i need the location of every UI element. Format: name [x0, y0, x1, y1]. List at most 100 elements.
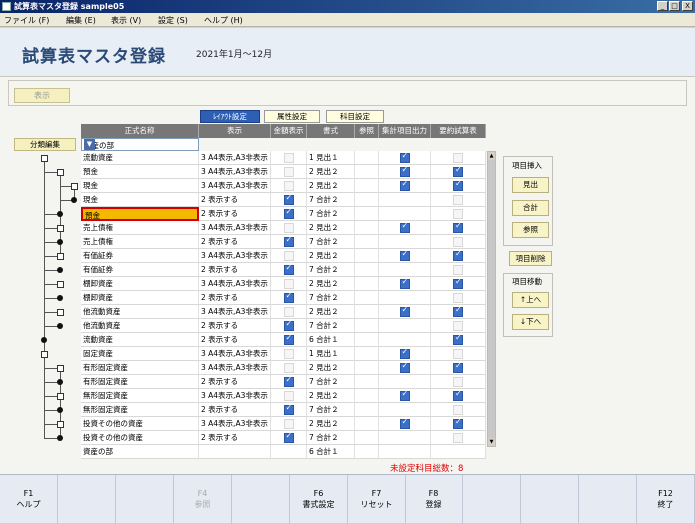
row-name-cell[interactable]: 預金 [81, 207, 199, 221]
table-row[interactable]: 有価証券 3 A4表示,A3非表示 2 見出２ [0, 249, 486, 263]
summary-trial-balance-checkbox[interactable] [453, 321, 463, 331]
row-display-cell[interactable]: 2 表示する [199, 431, 271, 445]
row-name-cell[interactable]: 無形固定資産 [81, 403, 199, 417]
close-button[interactable]: X [682, 1, 693, 11]
tree-node-collapse-icon[interactable] [41, 351, 48, 358]
tree-node-collapse-icon[interactable] [57, 225, 64, 232]
function-key-11[interactable] [579, 475, 637, 524]
tab-accounts[interactable]: 科目設定 [326, 110, 384, 123]
row-name-cell[interactable]: 投資その他の資産 [81, 417, 199, 431]
row-name-cell[interactable]: 現金 [81, 193, 199, 207]
row-name-cell[interactable]: 売上債権 [81, 221, 199, 235]
table-row[interactable]: 有形固定資産 3 A4表示,A3非表示 2 見出２ [0, 361, 486, 375]
row-format-cell[interactable]: 2 見出２ [307, 249, 355, 263]
menu-settings[interactable]: 設定 (S) [158, 15, 188, 26]
row-format-cell[interactable]: 7 合計２ [307, 263, 355, 277]
row-ref-cell[interactable] [355, 319, 379, 333]
row-name-cell[interactable]: 他流動資産 [81, 319, 199, 333]
grid-scrollbar[interactable]: ▲ ▼ [487, 151, 496, 447]
row-display-cell[interactable]: 3 A4表示,A3非表示 [199, 249, 271, 263]
menu-file[interactable]: ファイル (F) [4, 15, 49, 26]
row-ref-cell[interactable] [355, 361, 379, 375]
table-row[interactable]: 投資その他の資産2 表示する 7 合計２ [0, 431, 486, 445]
row-ref-cell[interactable] [355, 235, 379, 249]
amount-display-checkbox[interactable] [283, 235, 294, 247]
summary-trial-balance-checkbox[interactable] [453, 389, 463, 401]
row-display-cell[interactable]: 2 表示する [199, 319, 271, 333]
menu-view[interactable]: 表示 (V) [111, 15, 141, 26]
move-up-button[interactable]: ↑上へ [512, 292, 549, 308]
row-display-cell[interactable]: 3 A4表示,A3非表示 [199, 361, 271, 375]
row-display-cell[interactable]: 2 表示する [199, 207, 271, 221]
minimize-button[interactable]: _ [657, 1, 668, 11]
row-ref-cell[interactable] [355, 193, 379, 207]
tree-node-collapse-icon[interactable] [57, 309, 64, 316]
row-display-cell[interactable]: 3 A4表示,A3非表示 [199, 151, 271, 165]
row-display-cell[interactable]: 3 A4表示,A3非表示 [199, 165, 271, 179]
table-row[interactable]: 固定資産 3 A4表示,A3非表示 1 見出１ [0, 347, 486, 361]
summary-trial-balance-checkbox[interactable] [453, 405, 463, 415]
summary-trial-balance-checkbox[interactable] [453, 249, 463, 261]
amount-display-checkbox[interactable] [283, 279, 294, 289]
amount-display-checkbox[interactable] [283, 333, 294, 345]
row-ref-cell[interactable] [355, 347, 379, 361]
summary-trial-balance-checkbox[interactable] [453, 195, 463, 205]
row-format-cell[interactable]: 2 見出２ [307, 221, 355, 235]
amount-display-checkbox[interactable] [283, 349, 294, 359]
row-name-cell[interactable]: 流動資産 [81, 151, 199, 165]
aggregate-output-checkbox[interactable] [399, 221, 410, 233]
table-row[interactable]: 預金 3 A4表示,A3非表示 2 見出２ [0, 165, 486, 179]
amount-display-checkbox[interactable] [283, 375, 294, 387]
row-ref-cell[interactable] [355, 151, 379, 165]
menu-help[interactable]: ヘルプ (H) [204, 15, 243, 26]
row-name-cell[interactable]: 固定資産 [81, 347, 199, 361]
row-name-cell[interactable]: 有形固定資産 [81, 375, 199, 389]
row-display-cell[interactable]: 2 表示する [199, 333, 271, 347]
row-format-cell[interactable]: 2 見出２ [307, 417, 355, 431]
table-row[interactable]: 流動資産2 表示する 6 合計１ [0, 333, 486, 347]
table-row[interactable]: 売上債権2 表示する 7 合計２ [0, 235, 486, 249]
amount-display-checkbox[interactable] [283, 181, 294, 191]
amount-display-checkbox[interactable] [283, 391, 294, 401]
aggregate-output-checkbox[interactable] [399, 347, 410, 359]
row-display-cell[interactable] [199, 445, 271, 459]
summary-trial-balance-checkbox[interactable] [453, 277, 463, 289]
row-format-cell[interactable]: 7 合計２ [307, 207, 355, 221]
summary-trial-balance-checkbox[interactable] [453, 417, 463, 429]
row-name-cell[interactable]: 有形固定資産 [81, 361, 199, 375]
summary-trial-balance-checkbox[interactable] [453, 265, 463, 275]
row-format-cell[interactable]: 1 見出１ [307, 151, 355, 165]
tree-node-collapse-icon[interactable] [57, 281, 64, 288]
scroll-up-icon[interactable]: ▲ [488, 152, 495, 160]
move-down-button[interactable]: ↓下へ [512, 314, 549, 330]
row-format-cell[interactable]: 7 合計２ [307, 291, 355, 305]
amount-display-checkbox[interactable] [283, 153, 294, 163]
table-row[interactable]: 棚卸資産2 表示する 7 合計２ [0, 291, 486, 305]
amount-display-checkbox[interactable] [283, 419, 294, 429]
aggregate-output-checkbox[interactable] [399, 389, 410, 401]
summary-trial-balance-checkbox[interactable] [453, 221, 463, 233]
aggregate-output-checkbox[interactable] [399, 361, 410, 373]
row-display-cell[interactable]: 3 A4表示,A3非表示 [199, 179, 271, 193]
amount-display-checkbox[interactable] [283, 223, 294, 233]
row-ref-cell[interactable] [355, 179, 379, 193]
scroll-thumb[interactable] [488, 160, 495, 440]
amount-display-checkbox[interactable] [283, 251, 294, 261]
table-row[interactable]: 流動資産 3 A4表示,A3非表示 1 見出１ [0, 151, 486, 165]
tree-node-collapse-icon[interactable] [71, 183, 78, 190]
amount-display-checkbox[interactable] [283, 193, 294, 205]
function-key-6[interactable]: F6 書式設定 [290, 475, 348, 524]
function-key-7[interactable]: F7 リセット [348, 475, 406, 524]
aggregate-output-checkbox[interactable] [399, 277, 410, 289]
row-display-cell[interactable]: 2 表示する [199, 403, 271, 417]
row-ref-cell[interactable] [355, 263, 379, 277]
summary-trial-balance-checkbox[interactable] [453, 361, 463, 373]
table-row[interactable]: 棚卸資産 3 A4表示,A3非表示 2 見出２ [0, 277, 486, 291]
summary-trial-balance-checkbox[interactable] [453, 293, 463, 303]
summary-trial-balance-checkbox[interactable] [453, 377, 463, 387]
row-format-cell[interactable]: 7 合計２ [307, 319, 355, 333]
tree-node-collapse-icon[interactable] [57, 421, 64, 428]
section-select[interactable]: 資産の部 ▼ [81, 138, 199, 151]
delete-item-button[interactable]: 項目削除 [509, 251, 552, 266]
function-key-3[interactable] [116, 475, 174, 524]
